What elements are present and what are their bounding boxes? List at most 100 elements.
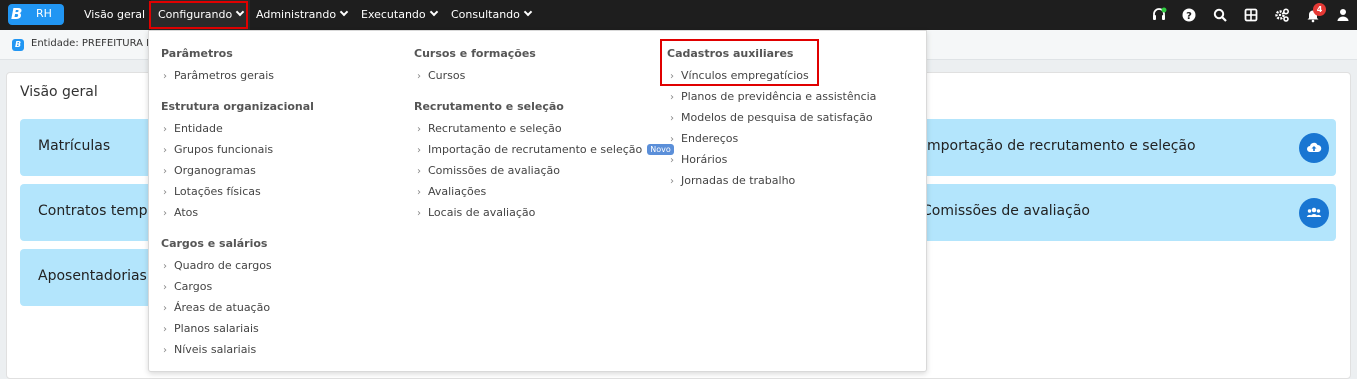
chevron-right-icon: › [417, 166, 421, 177]
menu-item-planos-salariais[interactable]: › Planos salariais [163, 322, 259, 335]
chevron-right-icon: › [163, 345, 167, 356]
user-icon[interactable] [1335, 7, 1351, 23]
menu-item-organogramas[interactable]: › Organogramas [163, 164, 256, 177]
menu-item-cursos[interactable]: › Cursos [417, 69, 465, 82]
menu-item-label: Cursos [428, 69, 466, 82]
page-title: Visão geral [20, 84, 98, 100]
menu-item-label: Comissões de avaliação [428, 164, 560, 177]
chevron-right-icon: › [163, 208, 167, 219]
card-importacao-recrutamento[interactable]: mportação de recrutamento e seleção [900, 119, 1336, 176]
chevron-down-icon [339, 7, 349, 17]
menu-item-enderecos[interactable]: › Endereços [670, 132, 738, 145]
nav-configurando[interactable]: Configurando [151, 0, 251, 30]
menu-item-label: Horários [681, 153, 728, 166]
chevron-right-icon: › [417, 145, 421, 156]
chevron-down-icon [235, 7, 245, 17]
menu-item-recrutamento-selecao[interactable]: › Recrutamento e seleção [417, 122, 562, 135]
search-icon[interactable] [1212, 7, 1228, 23]
entity-label[interactable]: Entidade: PREFEITURA D [31, 38, 154, 49]
help-icon[interactable]: ? [1181, 7, 1197, 23]
nav-label: Executando [361, 8, 426, 21]
menu-item-label: Entidade [174, 122, 223, 135]
chevron-right-icon: › [163, 303, 167, 314]
menu-item-label: Organogramas [174, 164, 256, 177]
chevron-right-icon: › [670, 155, 674, 166]
settings-gears-icon[interactable] [1274, 7, 1290, 23]
chevron-right-icon: › [670, 113, 674, 124]
menu-item-areas-de-atuacao[interactable]: › Áreas de atuação [163, 301, 270, 314]
card-aposentadorias[interactable]: Aposentadorias [20, 249, 160, 306]
menu-item-planos-previdencia[interactable]: › Planos de previdência e assistência [670, 90, 876, 103]
menu-item-lotacoes-fisicas[interactable]: › Lotações físicas [163, 185, 261, 198]
group-title-recrutamento-selecao: Recrutamento e seleção [414, 100, 564, 113]
app-logo[interactable]: B RH [8, 4, 64, 25]
chevron-right-icon: › [670, 134, 674, 145]
menu-item-quadro-de-cargos[interactable]: › Quadro de cargos [163, 259, 272, 272]
menu-item-label: Recrutamento e seleção [428, 122, 562, 135]
apps-grid-icon[interactable] [1243, 7, 1259, 23]
chevron-down-icon [429, 7, 438, 17]
card-matriculas[interactable]: Matrículas [20, 119, 160, 176]
menu-item-label: Lotações físicas [174, 185, 261, 198]
menu-item-label: Planos salariais [174, 322, 259, 335]
chevron-right-icon: › [417, 208, 421, 219]
group-title-cadastros-auxiliares: Cadastros auxiliares [667, 47, 794, 60]
menu-item-grupos-funcionais[interactable]: › Grupos funcionais [163, 143, 273, 156]
menu-item-label: Áreas de atuação [174, 301, 271, 314]
menu-item-label: Grupos funcionais [174, 143, 274, 156]
menu-item-importacao-recrutamento[interactable]: › Importação de recrutamento e seleção Nov… [417, 143, 674, 156]
menu-item-horarios[interactable]: › Horários [670, 153, 727, 166]
nav-executando[interactable]: Executando [361, 0, 438, 30]
chevron-right-icon: › [163, 282, 167, 293]
card-label: mportação de recrutamento e seleção [927, 138, 1196, 154]
nav-label: Visão geral [84, 8, 146, 21]
menu-item-label: Planos de previdência e assistência [681, 90, 877, 103]
logo-letter: B [11, 5, 23, 23]
menu-item-label: Vínculos empregatícios [681, 69, 809, 82]
menu-item-comissoes-avaliacao[interactable]: › Comissões de avaliação [417, 164, 560, 177]
nav-visao-geral[interactable]: Visão geral [84, 0, 145, 30]
menu-item-entidade[interactable]: › Entidade [163, 122, 223, 135]
cloud-upload-icon [1299, 133, 1329, 163]
top-navbar: B RH Visão geral Configurando Administra… [0, 0, 1357, 30]
nav-consultando[interactable]: Consultando [451, 0, 533, 30]
chevron-right-icon: › [670, 176, 674, 187]
menu-item-avaliacoes[interactable]: › Avaliações [417, 185, 486, 198]
menu-item-modelos-pesquisa[interactable]: › Modelos de pesquisa de satisfação [670, 111, 873, 124]
chevron-right-icon: › [417, 71, 421, 82]
card-comissoes-avaliacao[interactable]: Comissões de avaliação [900, 184, 1336, 241]
chevron-right-icon: › [670, 71, 674, 82]
chevron-right-icon: › [163, 124, 167, 135]
menu-item-label: Quadro de cargos [174, 259, 272, 272]
chevron-right-icon: › [163, 71, 167, 82]
menu-item-parametros-gerais[interactable]: › Parâmetros gerais [163, 69, 274, 82]
menu-item-label: Importação de recrutamento e seleção [428, 143, 643, 156]
menu-item-jornadas-trabalho[interactable]: › Jornadas de trabalho [670, 174, 795, 187]
menu-item-niveis-salariais[interactable]: › Níveis salariais [163, 343, 256, 356]
menu-item-label: Níveis salariais [174, 343, 257, 356]
group-title-parametros: Parâmetros [161, 47, 233, 60]
nav-administrando[interactable]: Administrando [256, 0, 349, 30]
chevron-right-icon: › [163, 324, 167, 335]
chevron-right-icon: › [163, 145, 167, 156]
menu-item-label: Modelos de pesquisa de satisfação [681, 111, 873, 124]
chevron-right-icon: › [670, 92, 674, 103]
nav-label: Consultando [451, 8, 520, 21]
headset-icon[interactable] [1151, 7, 1167, 23]
card-contratos-temporarios[interactable]: Contratos temp [20, 184, 160, 241]
menu-item-vinculos-empregaticios[interactable]: › Vínculos empregatícios [670, 69, 809, 82]
menu-item-label: Avaliações [428, 185, 487, 198]
group-title-estrutura-organizacional: Estrutura organizacional [161, 100, 314, 113]
menu-item-atos[interactable]: › Atos [163, 206, 198, 219]
entity-logo-icon: B [12, 39, 24, 51]
menu-item-cargos[interactable]: › Cargos [163, 280, 212, 293]
group-title-cursos-formacoes: Cursos e formações [414, 47, 536, 60]
card-label: Contratos temp [38, 203, 148, 219]
chevron-down-icon [523, 7, 533, 17]
menu-item-locais-avaliacao[interactable]: › Locais de avaliação [417, 206, 535, 219]
group-title-cargos-salarios: Cargos e salários [161, 237, 268, 250]
nav-label: Configurando [158, 8, 233, 21]
menu-item-label: Cargos [174, 280, 213, 293]
notification-count-badge: 4 [1313, 3, 1326, 16]
card-label: Comissões de avaliação [922, 203, 1090, 219]
